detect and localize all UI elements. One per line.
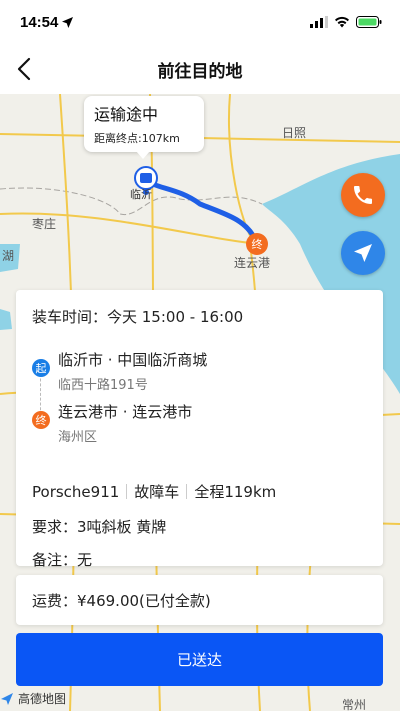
start-stop: 起 临沂市 · 中国临沂商城 临西十路191号 xyxy=(32,349,367,401)
total-distance: 全程119km xyxy=(194,483,277,501)
back-icon[interactable] xyxy=(12,56,38,82)
start-name: 临沂市 · 中国临沂商城 xyxy=(58,351,208,369)
map-logo-text: 高德地图 xyxy=(18,692,67,706)
end-marker[interactable]: 终 xyxy=(246,233,268,255)
status-time: 14:54 xyxy=(20,13,59,31)
end-stop: 终 连云港市 · 连云港市 海州区 xyxy=(32,401,367,453)
locate-button[interactable] xyxy=(341,231,385,275)
wifi-icon xyxy=(335,16,349,28)
order-card: 装车时间：今天 15:00 - 16:00 起 临沂市 · 中国临沂商城 临西十… xyxy=(16,290,383,569)
end-badge: 终 xyxy=(32,411,50,429)
place-zaozhuang: 枣庄 xyxy=(32,217,57,231)
route-stops: 起 临沂市 · 中国临沂商城 临西十路191号 终 连云港市 · 连云港市 海州… xyxy=(32,349,367,453)
battery-icon xyxy=(356,16,382,28)
bubble-title: 运输途中 xyxy=(94,105,159,124)
bubble-distance: 距离终点:107km xyxy=(94,132,180,145)
end-address: 海州区 xyxy=(58,430,98,445)
start-marker-label: 临沂 xyxy=(130,188,152,201)
start-address: 临西十路191号 xyxy=(58,378,148,393)
route-line xyxy=(143,178,258,242)
transport-status-bubble: 运输途中 距离终点:107km xyxy=(84,96,204,159)
location-arrow-icon xyxy=(62,16,74,28)
map-logo: 高德地图 xyxy=(0,690,66,707)
divider xyxy=(186,484,188,499)
call-button[interactable] xyxy=(341,173,385,217)
page-title: 前往目的地 xyxy=(157,61,243,82)
place-rizhao: 日照 xyxy=(282,126,307,140)
requirement: 要求：3吨斜板 黄牌 xyxy=(32,518,167,536)
place-lianyungang: 连云港 xyxy=(234,256,271,270)
fee-label: 运费：¥469.00(已付全款) xyxy=(32,591,211,610)
signal-icon xyxy=(310,16,328,28)
loading-time: 装车时间：今天 15:00 - 16:00 xyxy=(32,308,244,326)
nav-bar: 前往目的地 xyxy=(0,44,400,94)
status-bar: 14:54 xyxy=(0,0,400,44)
amap-logo-icon xyxy=(1,692,13,705)
divider xyxy=(126,484,128,499)
vehicle-status: 故障车 xyxy=(134,483,180,501)
vehicle-spec: Porsche911 故障车 全程119km xyxy=(32,481,367,502)
place-hu: 湖 xyxy=(2,249,15,263)
delivered-button[interactable]: 已送达 xyxy=(16,633,383,686)
navigation-arrow-icon xyxy=(354,244,372,262)
vehicle-model: Porsche911 xyxy=(32,482,120,501)
remark: 备注：无 xyxy=(32,551,93,569)
start-badge: 起 xyxy=(32,359,50,377)
fee-card: 运费：¥469.00(已付全款) xyxy=(16,575,383,625)
phone-icon xyxy=(354,186,372,204)
place-changzhou: 常州 xyxy=(342,698,367,711)
end-name: 连云港市 · 连云港市 xyxy=(58,403,193,421)
